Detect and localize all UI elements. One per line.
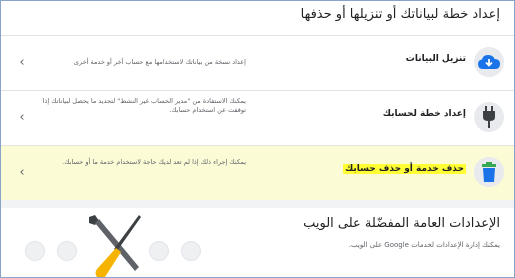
- row-title: حذف خدمة أو حذف حسابك: [343, 164, 466, 174]
- cloud-download-icon: [474, 47, 504, 77]
- plan-account-row[interactable]: إعداد خطة لحسابك يمكنك الاستفادة من "مدي…: [1, 91, 514, 145]
- card-subtitle: يمكنك إدارة الإعدادات لخدمات Google على …: [348, 241, 500, 249]
- row-description: يمكنك إجراء ذلك إذا لم تعد لديك حاجة لاس…: [62, 158, 246, 166]
- card-gap: [1, 200, 514, 208]
- chevron-left-icon: ‹: [19, 109, 25, 125]
- globe-icon: [181, 241, 201, 261]
- row-title: تنزيل البيانات: [405, 54, 466, 64]
- wrench-screwdriver-icon: [89, 215, 141, 277]
- chevron-left-icon: ‹: [19, 54, 25, 70]
- section-title: إعداد خطة لبياناتك أو تنزيلها أو حذفها: [300, 7, 500, 22]
- download-data-row[interactable]: تنزيل البيانات إعداد نسخة من بياناتك لاس…: [1, 36, 514, 90]
- tools-illustration: [1, 211, 201, 277]
- card-title: الإعدادات العامة المفضّلة على الويب: [303, 216, 500, 231]
- keyboard-icon: [57, 241, 77, 261]
- row-description: يمكنك الاستفادة من "مدير الحساب غير النش…: [42, 97, 246, 114]
- trash-icon: [474, 157, 504, 187]
- page-frame: إعداد خطة لبياناتك أو تنزيلها أو حذفها ت…: [0, 0, 515, 278]
- chevron-left-icon: ‹: [19, 164, 25, 180]
- row-title: إعداد خطة لحسابك: [382, 109, 466, 119]
- row-description: إعداد نسخة من بياناتك لاستخدامها مع حساب…: [73, 58, 246, 66]
- delete-service-row[interactable]: حذف خدمة أو حذف حسابك يمكنك إجراء ذلك إذ…: [1, 146, 514, 200]
- accessibility-icon: [149, 241, 169, 261]
- search-icon: [25, 241, 45, 261]
- plug-icon: [474, 102, 504, 132]
